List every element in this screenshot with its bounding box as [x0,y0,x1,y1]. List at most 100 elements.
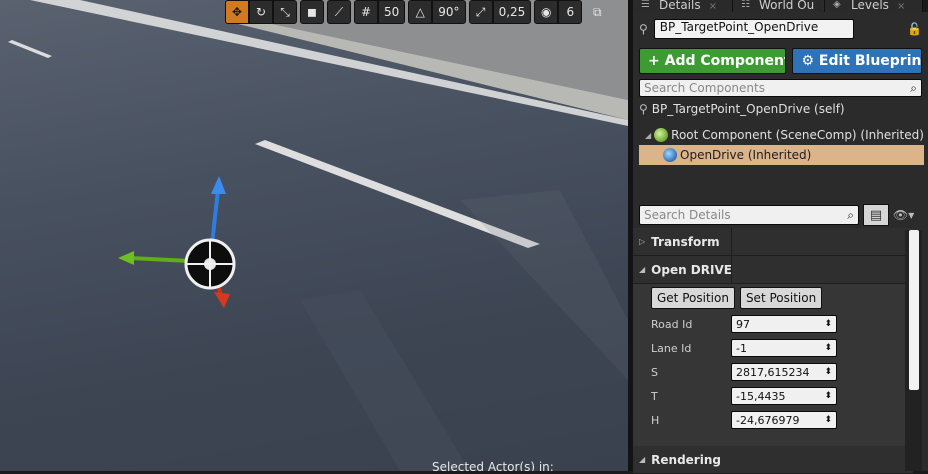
tab-label: Details [659,0,701,12]
camera-speed-toggle[interactable]: ◉ [534,0,559,24]
edit-blueprint-button[interactable]: ⚙ Edit Blueprint ▾ [792,48,922,74]
spin-handle-icon[interactable]: ⬍ [824,367,832,377]
component-item-root[interactable]: ◢ Root Component (SceneComp) (Inherited) [633,125,928,145]
section-transform[interactable]: ▷ Transform [633,228,913,256]
grid-snap-toggle[interactable]: # [354,0,378,24]
grid-snap-group: # 50 [354,0,406,26]
section-title: Open DRIVE [651,262,732,277]
scale-mode-button[interactable]: ⤡ [273,0,297,24]
property-row-lane-id: Lane Id -1 ⬍ [633,336,913,360]
eye-icon[interactable]: 👁▾ [893,208,914,222]
collapse-arrow-icon: ◢ [639,455,646,464]
property-row-t: T -15,4435 ⬍ [633,384,913,408]
level-viewport[interactable]: ✥ ↻ ⤡ ◼ ⟋ # 50 △ 90° ⤢ 0,25 ◉ 6 ⧉ Select… [0,0,628,471]
transform-mode-group: ✥ ↻ ⤡ [225,0,297,26]
grid-snap-value[interactable]: 50 [378,0,406,24]
component-item-opendrive[interactable]: OpenDrive (Inherited) [639,145,924,165]
search-icon[interactable]: ⌕ [910,81,917,96]
search-details-input[interactable]: Search Details ⌕ [639,205,859,225]
property-label: H [651,413,660,427]
cube-icon: ◼ [307,5,317,19]
property-value: -24,676979 [736,413,800,427]
asphalt-streak [300,290,470,471]
property-value: -1 [736,341,747,355]
property-value: 2817,615234 [736,365,810,379]
tab-label: World Ou [759,0,815,12]
collapse-arrow-icon: ◢ [639,265,646,274]
component-buttons-row: + Add Component ▾ ⚙ Edit Blueprint ▾ [633,46,928,76]
property-row-road-id: Road Id 97 ⬍ [633,312,913,336]
property-label: S [651,365,658,379]
set-position-button[interactable]: Set Position [739,287,823,309]
s-input[interactable]: 2817,615234 ⬍ [731,363,837,381]
search-components-input[interactable]: Search Components ⌕ [639,79,922,97]
surface-snap-icon: ⟋ [334,4,344,19]
grid-icon: # [360,5,372,19]
details-search-row: Search Details ⌕ ▤ 👁▾ [633,203,928,227]
spin-handle-icon[interactable]: ⬍ [824,319,832,329]
details-scrollbar[interactable] [909,230,919,390]
property-label: Road Id [651,317,693,331]
surface-snap-button[interactable]: ⟋ [327,0,351,24]
road-scene [8,0,628,471]
tab-world-outliner[interactable]: ☷ World Ou× [733,0,825,12]
rotation-snap-group: △ 90° [408,0,466,26]
get-position-button[interactable]: Get Position [651,287,735,309]
opendrive-component-icon [663,148,677,162]
property-matrix-button[interactable]: ▤ [863,204,889,226]
add-component-button[interactable]: + Add Component ▾ [639,48,787,74]
t-input[interactable]: -15,4435 ⬍ [731,387,837,405]
rotation-snap-toggle[interactable]: △ [408,0,433,24]
scene-component-icon [654,128,669,142]
move-icon: ✥ [231,5,243,19]
lock-icon[interactable]: 🔓 [907,22,922,36]
camera-speed-value[interactable]: 6 [558,0,583,24]
road-id-input[interactable]: 97 ⬍ [731,315,837,333]
component-label: Root Component (SceneComp) (Inherited) [671,128,924,142]
component-item-self[interactable]: ⚲ BP_TargetPoint_OpenDrive (self) [633,99,928,119]
spin-handle-icon[interactable]: ⬍ [824,391,832,401]
maximize-icon: ⧉ [592,4,602,19]
component-label: BP_TargetPoint_OpenDrive (self) [651,102,845,116]
translate-mode-button[interactable]: ✥ [225,0,249,24]
collapse-arrow-icon[interactable]: ◢ [645,131,651,140]
scale-snap-group: ⤢ 0,25 [468,0,532,26]
actor-name-row: ⚲ BP_TargetPoint_OpenDrive 🔓 [633,12,928,46]
actor-icon: ⚲ [639,22,648,36]
section-opendrive[interactable]: ◢ Open DRIVE [633,256,913,284]
component-label: OpenDrive (Inherited) [680,148,812,162]
search-components-placeholder: Search Components [644,81,765,95]
viewport-toolbar: ✥ ↻ ⤡ ◼ ⟋ # 50 △ 90° ⤢ 0,25 ◉ 6 ⧉ [225,0,609,26]
lane-id-input[interactable]: -1 ⬍ [731,339,837,357]
actor-icon: ⚲ [639,102,648,116]
details-body: ▷ Transform ◢ Open DRIVE Get Position Se… [633,228,913,474]
tab-details[interactable]: ☰ Details × [633,0,733,12]
close-icon[interactable]: × [897,1,905,12]
viewport-status-text: Selected Actor(s) in: [432,460,554,471]
scale-snap-value[interactable]: 0,25 [492,0,532,24]
transform-gizmo[interactable] [118,176,236,308]
property-row-s: S 2817,615234 ⬍ [633,360,913,384]
component-tree: ⚲ BP_TargetPoint_OpenDrive (self) ◢ Root… [633,99,928,165]
property-label: Lane Id [651,341,692,355]
actor-name-input[interactable]: BP_TargetPoint_OpenDrive [653,19,854,39]
property-row-h: H -24,676979 ⬍ [633,408,913,432]
rotate-mode-button[interactable]: ↻ [249,0,273,24]
h-input[interactable]: -24,676979 ⬍ [731,411,837,429]
spin-handle-icon[interactable]: ⬍ [824,415,832,425]
scale-snap-icon: ⤢ [475,4,486,19]
scale-snap-toggle[interactable]: ⤢ [468,0,493,24]
property-value: 97 [736,317,750,331]
maximize-viewport-button[interactable]: ⧉ [585,0,609,24]
tab-levels[interactable]: ◈ Levels × [825,0,923,12]
search-icon[interactable]: ⌕ [847,208,854,223]
close-icon[interactable]: × [709,1,717,12]
section-rendering[interactable]: ◢ Rendering [633,446,913,474]
position-buttons-row: Get Position Set Position [633,284,913,312]
rotate-icon: ↻ [255,5,267,19]
rotation-snap-value[interactable]: 90° [432,0,466,24]
camera-speed-group: ◉ 6 [534,0,583,26]
coordinate-space-button[interactable]: ◼ [300,0,324,24]
property-label: T [651,389,658,403]
spin-handle-icon[interactable]: ⬍ [824,343,832,353]
